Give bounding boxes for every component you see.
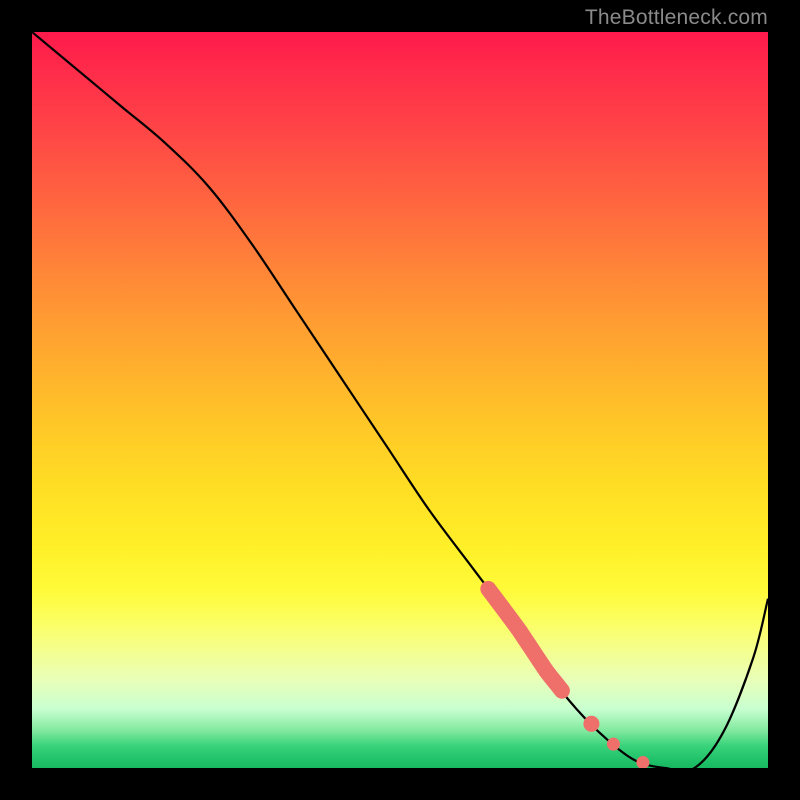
plot-area: [32, 32, 768, 768]
optimum-segment: [488, 589, 562, 691]
chart-container: TheBottleneck.com: [0, 0, 800, 800]
markers-group: [488, 589, 649, 768]
optimum-dot: [636, 756, 649, 768]
optimum-dot: [607, 738, 620, 751]
optimum-markers: [32, 32, 768, 768]
optimum-dot: [583, 716, 599, 732]
watermark-text: TheBottleneck.com: [585, 6, 768, 30]
